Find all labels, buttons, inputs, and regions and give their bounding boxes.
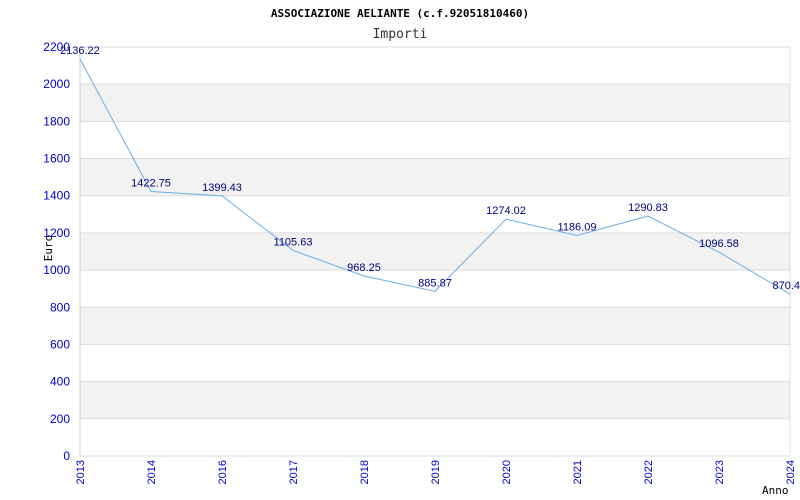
data-label: 1186.09 — [558, 221, 597, 233]
x-tick-label: 2023 — [714, 460, 726, 484]
line-chart: ASSOCIAZIONE AELIANTE (c.f.92051810460) … — [42, 7, 800, 497]
y-tick-label: 0 — [63, 449, 70, 463]
data-label: 1105.63 — [274, 236, 313, 248]
x-tick-label: 2022 — [643, 460, 655, 484]
data-label: 870.4 — [772, 280, 800, 292]
data-label: 1399.43 — [202, 182, 242, 194]
grid-band — [80, 84, 790, 122]
y-tick-label: 200 — [50, 412, 70, 426]
x-tick-label: 2018 — [359, 460, 371, 484]
x-axis-label: Anno — [762, 484, 789, 497]
x-tick-label: 2020 — [501, 460, 513, 484]
x-tick-label: 2024 — [785, 460, 797, 484]
grid-band — [80, 47, 790, 85]
data-label: 2136.22 — [60, 45, 100, 57]
data-label: 1290.83 — [628, 202, 668, 214]
grid-band — [80, 418, 790, 456]
grid-band — [80, 344, 790, 382]
y-tick-label: 1200 — [43, 226, 70, 240]
y-tick-label: 2000 — [43, 77, 70, 91]
y-tick-label: 1600 — [43, 152, 70, 166]
x-tick-label: 2016 — [217, 460, 229, 484]
x-tick-label: 2019 — [430, 460, 442, 484]
y-tick-label: 1400 — [43, 189, 70, 203]
grid-band — [80, 232, 790, 271]
y-tick-label: 1000 — [43, 263, 70, 277]
grid-band — [80, 381, 790, 419]
data-label: 968.25 — [347, 262, 381, 274]
data-label: 1274.02 — [486, 205, 526, 217]
x-tick-label: 2021 — [572, 460, 584, 484]
y-tick-label: 600 — [50, 337, 70, 351]
chart-title: ASSOCIAZIONE AELIANTE (c.f.92051810460) — [271, 7, 529, 20]
chart-subtitle: Importi — [373, 27, 428, 42]
y-tick-label: 400 — [50, 375, 70, 389]
x-axis-ticks: 2013 2014 2016 2017 2018 2019 2020 2021 2022 2023… — [75, 460, 797, 484]
grid-band — [80, 307, 790, 345]
data-label: 885.87 — [418, 277, 452, 289]
grid-band — [80, 121, 790, 159]
x-tick-label: 2014 — [146, 460, 158, 484]
x-tick-label: 2013 — [75, 460, 87, 484]
x-tick-label: 2017 — [288, 460, 300, 484]
grid-band — [80, 158, 790, 196]
data-label: 1422.75 — [131, 177, 171, 189]
data-label: 1096.58 — [699, 238, 739, 250]
y-tick-label: 800 — [50, 300, 70, 314]
y-tick-label: 1800 — [43, 114, 70, 128]
grid-band — [80, 195, 790, 233]
plot-background — [79, 46, 791, 457]
